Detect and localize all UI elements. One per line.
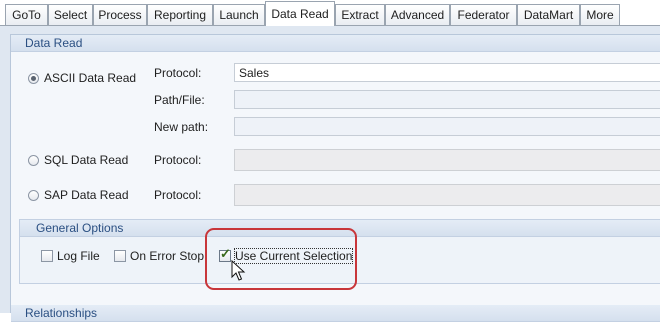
on-error-stop-label: On Error Stop xyxy=(130,249,205,263)
mouse-cursor-icon xyxy=(231,260,246,281)
sql-data-read-label: SQL Data Read xyxy=(44,153,129,167)
sql-protocol-label: Protocol: xyxy=(154,153,202,167)
sap-data-read-radio[interactable]: SAP Data Read xyxy=(28,187,129,203)
tab-datamart[interactable]: DataMart xyxy=(517,4,580,25)
tab-strip: GoTo Select Process Reporting Launch Dat… xyxy=(0,0,660,26)
ascii-protocol-label: Protocol: xyxy=(154,66,202,80)
ascii-data-read-radio[interactable]: ASCII Data Read xyxy=(28,70,136,86)
checkmark-icon: ✓ xyxy=(220,246,231,261)
radio-button-icon[interactable] xyxy=(28,189,39,201)
use-current-selection-label: Use Current Selection xyxy=(233,248,354,264)
general-options-group: General Options Log File On Error Stop ✓… xyxy=(19,219,660,284)
checkbox-icon[interactable] xyxy=(41,250,53,262)
checkbox-icon[interactable] xyxy=(114,250,126,262)
general-options-header: General Options xyxy=(20,220,660,237)
tab-federator[interactable]: Federator xyxy=(450,4,517,25)
path-file-field[interactable] xyxy=(234,90,660,109)
tab-goto[interactable]: GoTo xyxy=(5,4,48,25)
radio-button-icon[interactable] xyxy=(28,72,39,84)
tab-advanced[interactable]: Advanced xyxy=(385,4,450,25)
checkbox-checked-icon[interactable]: ✓ xyxy=(219,246,231,262)
sql-data-read-radio[interactable]: SQL Data Read xyxy=(28,152,128,168)
tab-launch[interactable]: Launch xyxy=(213,4,265,25)
ascii-data-read-label: ASCII Data Read xyxy=(44,71,137,85)
tab-process[interactable]: Process xyxy=(93,4,147,25)
tab-extract[interactable]: Extract xyxy=(335,4,385,25)
log-file-checkbox[interactable]: Log File xyxy=(41,248,100,264)
tab-more[interactable]: More xyxy=(580,4,620,25)
log-file-label: Log File xyxy=(57,249,100,263)
tab-reporting[interactable]: Reporting xyxy=(147,4,213,25)
radio-button-icon[interactable] xyxy=(28,154,39,166)
tab-data-read[interactable]: Data Read xyxy=(265,1,335,26)
path-file-label: Path/File: xyxy=(154,93,205,107)
on-error-stop-checkbox[interactable]: On Error Stop xyxy=(114,248,204,264)
tab-select[interactable]: Select xyxy=(48,4,93,25)
sql-protocol-field[interactable] xyxy=(234,149,660,171)
sap-data-read-label: SAP Data Read xyxy=(44,188,129,202)
new-path-label: New path: xyxy=(154,120,209,134)
data-read-header: Data Read xyxy=(11,35,660,52)
sap-protocol-label: Protocol: xyxy=(154,188,202,202)
content-area: Data Read ASCII Data Read Protocol: Sale… xyxy=(0,26,660,322)
sap-protocol-field[interactable] xyxy=(234,184,660,206)
relationships-header[interactable]: Relationships xyxy=(11,305,660,322)
new-path-field[interactable] xyxy=(234,117,660,136)
ascii-protocol-field[interactable]: Sales xyxy=(234,63,660,82)
data-read-panel: Data Read ASCII Data Read Protocol: Sale… xyxy=(10,34,660,322)
